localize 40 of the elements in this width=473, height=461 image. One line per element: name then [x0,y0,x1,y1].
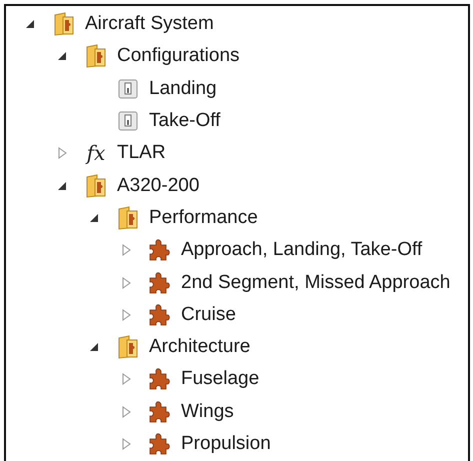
puzzle-piece-icon [148,433,172,455]
expand-arrow-icon[interactable] [122,276,130,289]
expand-arrow-icon[interactable] [122,406,130,418]
puzzle-piece-icon [148,368,172,390]
expand-arrow-icon[interactable] [122,438,130,450]
folder-icon [117,335,139,360]
folder-icon [117,206,139,230]
puzzle-piece-icon [148,304,172,326]
tree-item[interactable]: Fuselage [181,368,260,390]
tree-item[interactable]: Wings [181,400,234,423]
tree-item[interactable]: Architecture [149,336,250,358]
collapse-arrow-icon[interactable] [57,51,67,62]
tree-item[interactable]: Aircraft System [85,13,214,36]
puzzle-piece-icon [148,272,172,294]
tree-item[interactable]: Propulsion [181,433,271,455]
tree-item[interactable]: A320-200 [117,174,200,197]
tree-item[interactable]: TLAR [117,142,166,164]
collapse-arrow-icon[interactable] [89,212,99,223]
collapse-arrow-icon[interactable] [25,19,35,30]
tree-item[interactable]: Approach, Landing, Take-Off [181,239,422,262]
tree-item[interactable]: Performance [149,206,258,229]
function-icon: fx [86,142,106,164]
folder-icon [53,12,75,36]
expand-arrow-icon[interactable] [122,308,130,321]
tree-item[interactable]: Configurations [117,45,240,68]
expand-arrow-icon[interactable] [122,244,130,256]
collapse-arrow-icon[interactable] [57,180,67,191]
toggle-switch-icon [118,78,138,99]
expand-arrow-icon[interactable] [58,147,66,160]
folder-icon [85,174,107,198]
tree-item[interactable]: Landing [149,78,217,100]
tree-item[interactable]: Cruise [181,304,236,326]
puzzle-piece-icon [148,239,172,262]
tree-item[interactable]: Take-Off [149,110,220,132]
expand-arrow-icon[interactable] [122,373,130,386]
collapse-arrow-icon[interactable] [89,342,99,352]
tree-item[interactable]: 2nd Segment, Missed Approach [181,272,450,294]
puzzle-piece-icon [148,400,172,423]
toggle-switch-icon [118,111,138,132]
folder-icon [85,44,107,68]
